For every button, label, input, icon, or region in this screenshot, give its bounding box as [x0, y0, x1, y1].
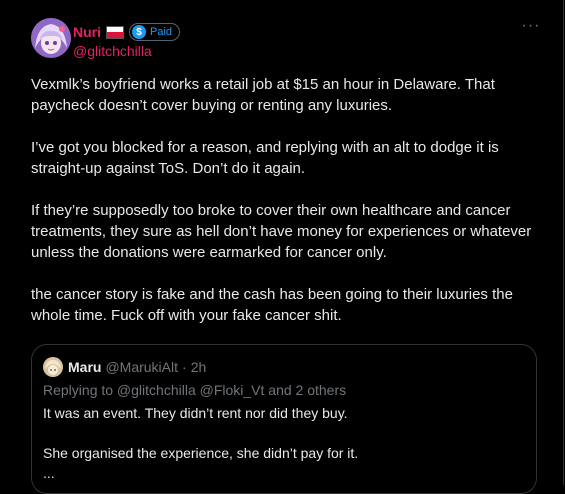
paid-badge[interactable]: $ Paid — [129, 23, 181, 41]
more-options-icon[interactable]: ··· — [521, 18, 541, 36]
quote-avatar-illustration — [43, 357, 63, 377]
author-avatar[interactable] — [31, 18, 71, 58]
quote-line: It was an event. They didn’t rent nor di… — [43, 405, 348, 421]
quote-header: Maru @MarukiAlt · 2h — [68, 359, 206, 375]
avatar-illustration — [31, 18, 71, 58]
quote-text: It was an event. They didn’t rent nor di… — [43, 403, 523, 483]
tweet-paragraph: I’ve got you blocked for a reason, and r… — [31, 139, 499, 177]
tweet-paragraph: If they’re supposedly too broke to cover… — [31, 202, 532, 261]
quote-timestamp[interactable]: 2h — [191, 359, 207, 375]
quoted-tweet[interactable]: Maru @MarukiAlt · 2h Replying to @glitch… — [31, 344, 537, 494]
quote-separator: · — [182, 359, 187, 375]
quote-line: ... — [43, 465, 55, 481]
tweet-paragraph: Vexmlk’s boyfriend works a retail job at… — [31, 76, 495, 114]
author-handle[interactable]: @glitchchilla — [73, 43, 152, 59]
quote-replying-to: Replying to @glitchchilla @Floki_Vt and … — [43, 382, 347, 398]
quote-author-name[interactable]: Maru — [68, 359, 101, 375]
tweet-paragraph: the cancer story is fake and the cash ha… — [31, 286, 513, 324]
quote-author-avatar[interactable] — [43, 357, 63, 377]
dollar-icon: $ — [132, 25, 146, 39]
quote-author-handle[interactable]: @MarukiAlt — [105, 359, 178, 375]
poland-flag-icon — [106, 25, 124, 39]
paid-badge-label: Paid — [150, 26, 173, 38]
author-display-name[interactable]: Nuri — [73, 24, 101, 40]
tweet-card[interactable]: Nuri $ Paid @glitchchilla ··· Vexmlk’s b… — [0, 0, 564, 494]
quote-line: She organised the experience, she didn’t… — [43, 445, 359, 461]
author-name-row: Nuri $ Paid — [73, 23, 181, 41]
tweet-text: Vexmlk’s boyfriend works a retail job at… — [31, 74, 541, 347]
